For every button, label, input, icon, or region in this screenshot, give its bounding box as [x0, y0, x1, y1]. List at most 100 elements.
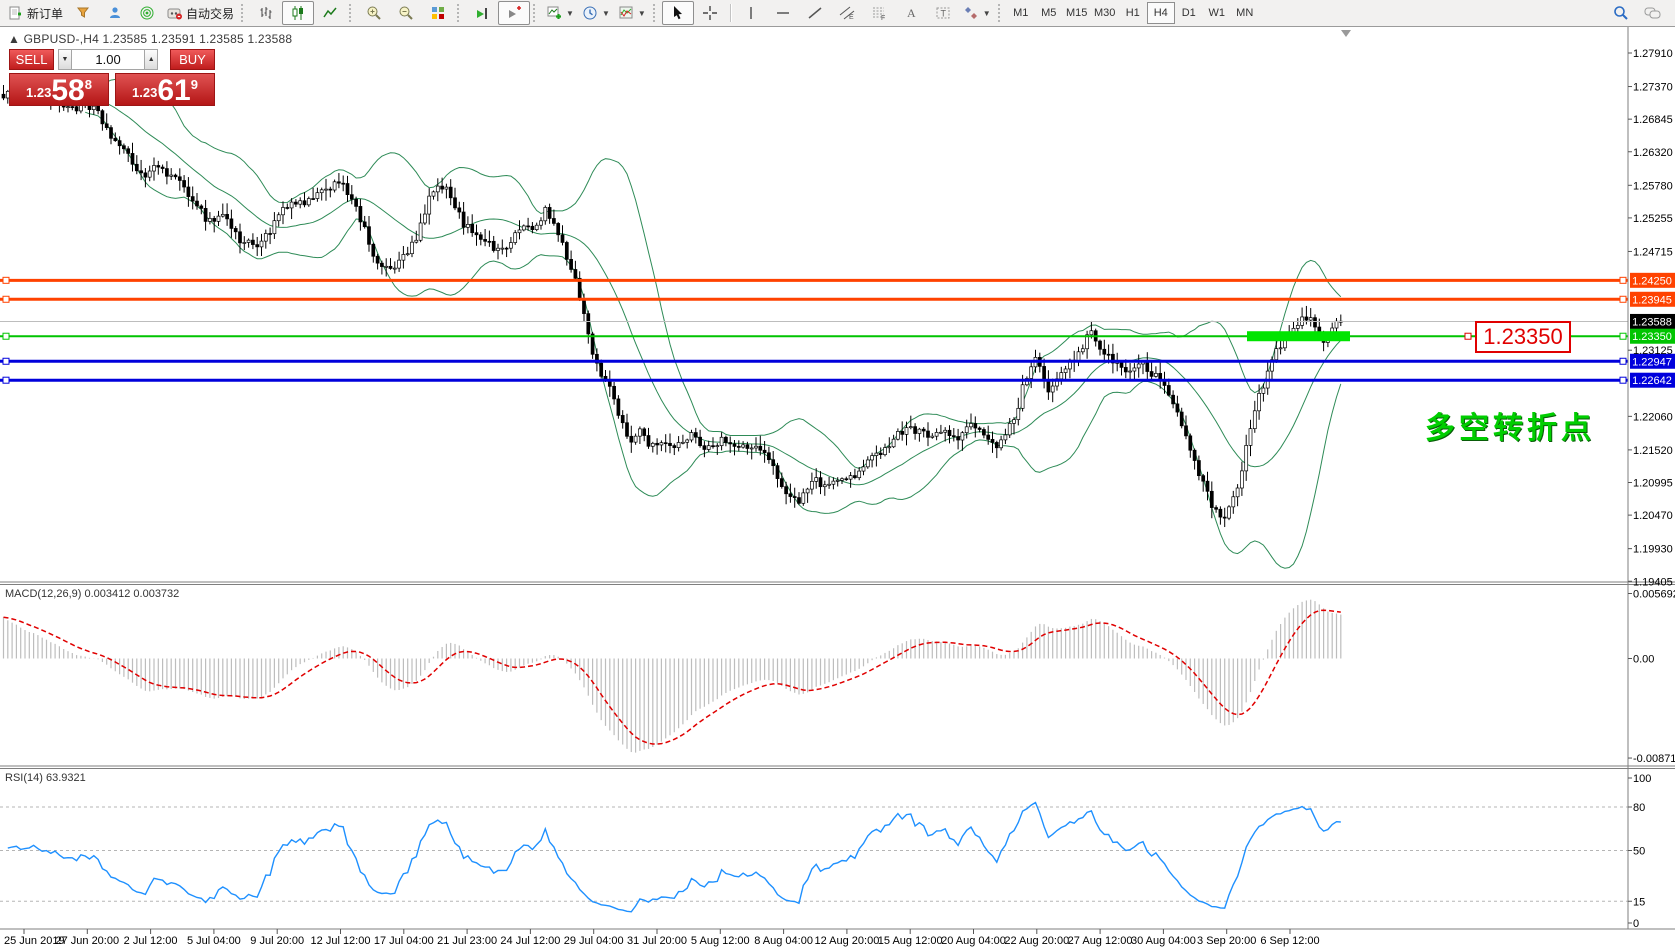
timeframe-m5[interactable]: M5	[1035, 2, 1063, 24]
time-axis[interactable]: 25 Jun 201927 Jun 20:002 Jul 12:005 Jul …	[4, 929, 1320, 947]
line-handle[interactable]	[1620, 296, 1626, 302]
trendline-tool[interactable]	[799, 1, 831, 25]
sell-price-sup: 8	[85, 77, 92, 92]
profiles-dropdown[interactable]: ▼	[578, 1, 614, 25]
auto-scroll-button[interactable]	[466, 1, 498, 25]
vertical-line-icon	[743, 5, 759, 21]
chart-annotation-text[interactable]: 多空转折点	[1425, 403, 1605, 447]
panel-collapse-icon[interactable]: ▲	[8, 32, 20, 46]
zoom-in-button[interactable]	[358, 1, 390, 25]
text-label-tool[interactable]: T	[927, 1, 959, 25]
line-chart-button[interactable]	[314, 1, 346, 25]
community-button[interactable]	[99, 1, 131, 25]
svg-text:1.24250: 1.24250	[1632, 275, 1672, 287]
svg-text:27 Aug 12:00: 27 Aug 12:00	[1068, 935, 1133, 947]
auto-scroll-icon	[474, 5, 490, 21]
line-handle[interactable]	[1620, 277, 1626, 283]
horizontal-line-tool[interactable]	[767, 1, 799, 25]
chart-area[interactable]: 1.242501.239451.235881.233501.229471.226…	[0, 0, 1675, 949]
timeframe-h4[interactable]: H4	[1147, 2, 1175, 24]
fibonacci-tool[interactable]: F	[863, 1, 895, 25]
line-handle[interactable]	[3, 296, 9, 302]
vertical-line-tool[interactable]	[735, 1, 767, 25]
sell-price-big: 58	[51, 77, 84, 104]
svg-text:5 Jul 04:00: 5 Jul 04:00	[187, 935, 241, 947]
market-watch-button[interactable]	[67, 1, 99, 25]
bb-middle	[85, 97, 1341, 485]
chart-shift-button[interactable]	[498, 1, 530, 25]
macd-indicator-label: MACD(12,26,9) 0.003412 0.003732	[5, 588, 179, 600]
zoom-out-button[interactable]	[390, 1, 422, 25]
timeframe-h1[interactable]: H1	[1119, 2, 1147, 24]
signals-button[interactable]	[131, 1, 163, 25]
timeframe-bar: M1M5M15M30H1H4D1W1MN	[1007, 2, 1259, 24]
text-label-icon: T	[935, 5, 951, 21]
price-callout-label[interactable]: 1.23350	[1475, 321, 1571, 353]
svg-text:0.00: 0.00	[1633, 654, 1654, 666]
highlight-zone-rect[interactable]	[1247, 331, 1350, 341]
new-chart-dropdown[interactable]: ▼	[542, 1, 578, 25]
channel-tool[interactable]: E	[831, 1, 863, 25]
svg-text:1.21520: 1.21520	[1633, 445, 1673, 457]
svg-text:15 Aug 12:00: 15 Aug 12:00	[878, 935, 943, 947]
crosshair-icon	[702, 5, 718, 21]
cursor-tool-button[interactable]	[662, 1, 694, 25]
macd-signal-line	[4, 610, 1341, 744]
person-icon	[107, 5, 123, 21]
volume-increase-button[interactable]: ▲	[144, 49, 158, 70]
svg-text:50: 50	[1633, 846, 1645, 858]
svg-text:1.24715: 1.24715	[1633, 246, 1673, 258]
candles	[2, 80, 1342, 527]
buy-price-display[interactable]: 1.23 61 9	[115, 73, 215, 106]
text-tool[interactable]: A	[895, 1, 927, 25]
indicators-dropdown[interactable]: ▼	[614, 1, 650, 25]
autotrading-button[interactable]: 自动交易	[163, 1, 238, 25]
chart-shift-marker[interactable]	[1341, 30, 1351, 37]
callout-anchor-handle[interactable]	[1465, 333, 1471, 339]
tile-windows-button[interactable]	[422, 1, 454, 25]
shapes-dropdown[interactable]: ▼	[959, 1, 995, 25]
signal-icon	[139, 5, 155, 21]
timeframe-m1[interactable]: M1	[1007, 2, 1035, 24]
line-handle[interactable]	[3, 277, 9, 283]
bar-chart-button[interactable]	[250, 1, 282, 25]
timeframe-w1[interactable]: W1	[1203, 2, 1231, 24]
svg-text:1.19405: 1.19405	[1633, 576, 1673, 588]
buy-price-big: 61	[157, 77, 190, 104]
line-handle[interactable]	[1620, 333, 1626, 339]
line-handle[interactable]	[1620, 358, 1626, 364]
chart-shift-icon	[506, 5, 522, 21]
svg-text:1.26320: 1.26320	[1633, 147, 1673, 159]
price-axis[interactable]: 1.279101.273701.268451.263201.257801.252…	[1628, 48, 1675, 930]
sell-price-prefix: 1.23	[26, 85, 51, 100]
timeframe-m15[interactable]: M15	[1063, 2, 1091, 24]
timeframe-d1[interactable]: D1	[1175, 2, 1203, 24]
sell-price-display[interactable]: 1.23 58 8	[9, 73, 109, 106]
timeframe-m30[interactable]: M30	[1091, 2, 1119, 24]
bb-upper	[85, 79, 1341, 468]
tile-windows-icon	[430, 5, 446, 21]
line-handle[interactable]	[3, 333, 9, 339]
search-button[interactable]	[1605, 1, 1637, 25]
svg-text:9 Jul 20:00: 9 Jul 20:00	[250, 935, 304, 947]
new-order-icon	[8, 5, 24, 21]
sell-button[interactable]: SELL	[9, 49, 54, 70]
candlestick-chart-button[interactable]	[282, 1, 314, 25]
volume-decrease-button[interactable]: ▼	[58, 49, 72, 70]
funnel-icon	[75, 5, 91, 21]
line-handle[interactable]	[3, 377, 9, 383]
svg-text:22 Aug 20:00: 22 Aug 20:00	[1004, 935, 1069, 947]
line-handle[interactable]	[1620, 377, 1626, 383]
svg-text:1.26845: 1.26845	[1633, 114, 1673, 126]
fibonacci-icon: F	[871, 5, 887, 21]
chat-button[interactable]	[1637, 1, 1669, 25]
horizontal-line-icon	[775, 5, 791, 21]
crosshair-tool-button[interactable]	[694, 1, 726, 25]
cursor-icon	[670, 5, 686, 21]
timeframe-mn[interactable]: MN	[1231, 2, 1259, 24]
svg-text:2 Jul 12:00: 2 Jul 12:00	[124, 935, 178, 947]
new-order-button[interactable]: 新订单	[4, 1, 67, 25]
buy-button[interactable]: BUY	[170, 49, 215, 70]
volume-input[interactable]: 1.00	[72, 49, 145, 70]
line-handle[interactable]	[3, 358, 9, 364]
